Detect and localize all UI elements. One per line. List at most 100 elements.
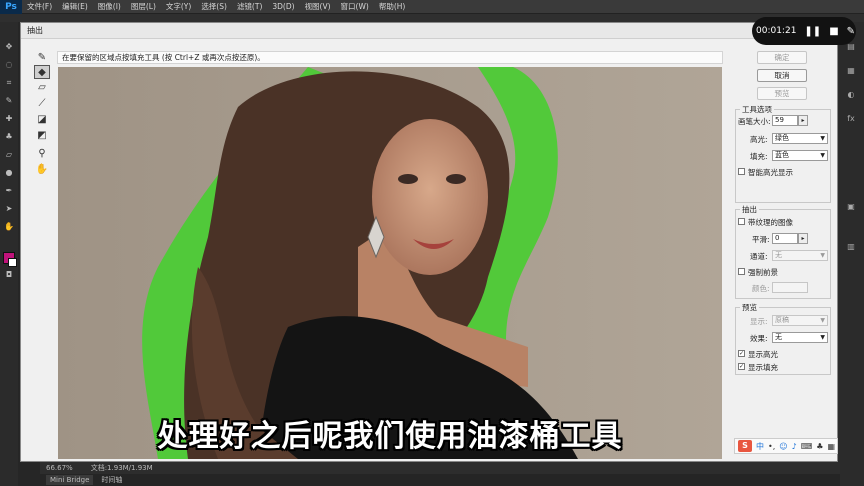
hand-icon[interactable]: ✋ [34, 163, 50, 177]
force-foreground-checkbox[interactable] [738, 268, 745, 275]
fill-label: 填充: [750, 152, 768, 161]
pause-icon[interactable]: ❚❚ [804, 26, 821, 37]
photo-illustration [58, 67, 722, 459]
punctuation-icon[interactable]: •, [768, 442, 775, 451]
chevron-down-icon: ▼ [820, 334, 825, 341]
menu-type[interactable]: 文字(Y) [161, 1, 196, 12]
preview-title: 预览 [740, 302, 759, 313]
show-value: 原稿 [775, 316, 789, 324]
status-bar: 66.67% 文档:1.93M/1.93M [40, 462, 840, 474]
eraser-tool-icon[interactable]: ▱ [3, 150, 15, 160]
preview-group: 预览 显示: 原稿 ▼ 效果: 无 ▼ ✓ 显示高光 ✓ 显示填充 [735, 302, 831, 375]
blur-tool-icon[interactable]: ● [3, 168, 15, 178]
zoom-level: 66.67% [46, 464, 73, 472]
smooth-slider-arrow[interactable]: ▸ [798, 233, 808, 244]
show-select[interactable]: 原稿 ▼ [772, 315, 828, 326]
crop-tool-icon[interactable]: ⌗ [3, 78, 15, 88]
pen-icon[interactable]: ✎ [847, 26, 855, 37]
menu-view[interactable]: 视图(V) [300, 1, 336, 12]
preview-canvas[interactable]: 处理好之后呢我们使用油漆桶工具 [58, 67, 722, 459]
video-subtitle: 处理好之后呢我们使用油漆桶工具 [157, 419, 623, 454]
lasso-tool-icon[interactable]: ◌ [3, 60, 15, 70]
tab-timeline[interactable]: 时间轴 [101, 475, 122, 485]
panel-swatches-icon[interactable]: ▦ [844, 66, 858, 76]
brush-size-slider-arrow[interactable]: ▸ [798, 115, 808, 126]
force-foreground-label: 强制前景 [748, 268, 778, 277]
path-select-icon[interactable]: ➤ [3, 204, 15, 214]
menu-select[interactable]: 选择(S) [196, 1, 232, 12]
menu-image[interactable]: 图像(I) [93, 1, 126, 12]
menu-window[interactable]: 窗口(W) [336, 1, 374, 12]
effect-label: 效果: [750, 334, 768, 343]
edge-highlighter-icon[interactable]: ✎ [34, 51, 50, 65]
chevron-down-icon: ▼ [820, 135, 825, 142]
quick-mask-icon[interactable]: ◘ [3, 270, 15, 280]
menu-bar: Ps 文件(F) 编辑(E) 图像(I) 图层(L) 文字(Y) 选择(S) 滤… [0, 0, 864, 14]
ok-button[interactable]: 确定 [757, 51, 807, 64]
preview-button[interactable]: 预览 [757, 87, 807, 100]
healing-tool-icon[interactable]: ✚ [3, 114, 15, 124]
extract-dialog: 抽出 ✎ ◆ ▱ ⟋ ◪ ◩ ⚲ ✋ 在要保留的区域点按填充工具 (按 Ctrl… [20, 22, 838, 462]
panel-adjust-icon[interactable]: ◐ [844, 90, 858, 100]
doc-size: 文档:1.93M/1.93M [90, 464, 153, 472]
sogou-logo-icon[interactable]: S [738, 440, 752, 452]
textured-image-checkbox[interactable] [738, 218, 745, 225]
panel-channels-icon[interactable]: ▥ [844, 242, 858, 252]
smart-highlight-checkbox[interactable] [738, 168, 745, 175]
settings-panel: 确定 取消 预览 工具选项 画笔大小: 59 ▸ 高光: 绿色 ▼ 填充: 蓝色 ▼… [733, 51, 833, 391]
face [372, 119, 488, 275]
right-eye [446, 174, 466, 184]
zoom-icon[interactable]: ⚲ [34, 147, 50, 161]
brush-size-input[interactable]: 59 [772, 115, 798, 126]
menu-filter[interactable]: 滤镜(T) [232, 1, 267, 12]
show-highlight-checkbox[interactable]: ✓ [738, 350, 745, 357]
screen: Ps 文件(F) 编辑(E) 图像(I) 图层(L) 文字(Y) 选择(S) 滤… [0, 0, 864, 486]
chevron-down-icon: ▼ [820, 252, 825, 259]
ps-toolbar: ✥ ◌ ⌗ ✎ ✚ ♣ ▱ ● ✒ ➤ ✋ ◘ [0, 22, 18, 486]
force-color-swatch[interactable] [772, 282, 808, 293]
dialog-title: 抽出 [21, 23, 837, 39]
brush-size-label: 画笔大小: [738, 117, 771, 126]
tool-options-group: 工具选项 画笔大小: 59 ▸ 高光: 绿色 ▼ 填充: 蓝色 ▼ 智能高光显示 [735, 104, 831, 203]
eraser-icon[interactable]: ▱ [34, 81, 50, 95]
stamp-tool-icon[interactable]: ♣ [3, 132, 15, 142]
channel-value: 无 [775, 251, 782, 259]
menu-help[interactable]: 帮助(H) [374, 1, 411, 12]
move-tool-icon[interactable]: ✥ [3, 42, 15, 52]
highlight-color-select[interactable]: 绿色 ▼ [772, 133, 828, 144]
background-color-swatch[interactable] [8, 258, 17, 267]
microphone-icon[interactable]: ♪ [792, 442, 797, 451]
cleanup-tool-icon[interactable]: ◪ [34, 113, 50, 127]
eyedropper-icon[interactable]: ⟋ [34, 97, 50, 111]
textured-image-label: 带纹理的图像 [748, 218, 793, 227]
eyedropper-tool-icon[interactable]: ✎ [3, 96, 15, 106]
grid-icon[interactable]: ▦ [827, 442, 835, 451]
effect-select[interactable]: 无 ▼ [772, 332, 828, 343]
instruction-hint: 在要保留的区域点按填充工具 (按 Ctrl+Z 或再次点按还原)。 [57, 51, 723, 64]
menu-3d[interactable]: 3D(D) [267, 2, 299, 11]
panel-styles-icon[interactable]: fx [844, 114, 858, 124]
emoji-icon[interactable]: ☺ [779, 442, 787, 451]
keyboard-icon[interactable]: ⌨ [801, 442, 813, 451]
panel-layers-icon[interactable]: ▣ [844, 202, 858, 212]
menu-file[interactable]: 文件(F) [22, 1, 57, 12]
menu-edit[interactable]: 编辑(E) [57, 1, 93, 12]
menu-layer[interactable]: 图层(L) [126, 1, 161, 12]
smooth-input[interactable]: 0 [772, 233, 798, 244]
tab-mini-bridge[interactable]: Mini Bridge [46, 475, 94, 485]
show-fill-checkbox[interactable]: ✓ [738, 363, 745, 370]
channel-select[interactable]: 无 ▼ [772, 250, 828, 261]
fill-tool-icon[interactable]: ◆ [34, 65, 50, 79]
pen-tool-icon[interactable]: ✒ [3, 186, 15, 196]
chinese-mode-icon[interactable]: 中 [756, 441, 764, 452]
screen-recorder-widget: 00:01:21 ❚❚ ■ ✎ [752, 17, 856, 45]
edge-touchup-icon[interactable]: ◩ [34, 129, 50, 143]
photoshop-logo: Ps [0, 0, 22, 14]
hand-tool-icon[interactable]: ✋ [3, 222, 15, 232]
skin-icon[interactable]: ♣ [816, 442, 823, 451]
cancel-button[interactable]: 取消 [757, 69, 807, 82]
chevron-down-icon: ▼ [820, 152, 825, 159]
fill-color-select[interactable]: 蓝色 ▼ [772, 150, 828, 161]
smart-highlight-label: 智能高光显示 [748, 168, 793, 177]
stop-icon[interactable]: ■ [829, 26, 838, 37]
